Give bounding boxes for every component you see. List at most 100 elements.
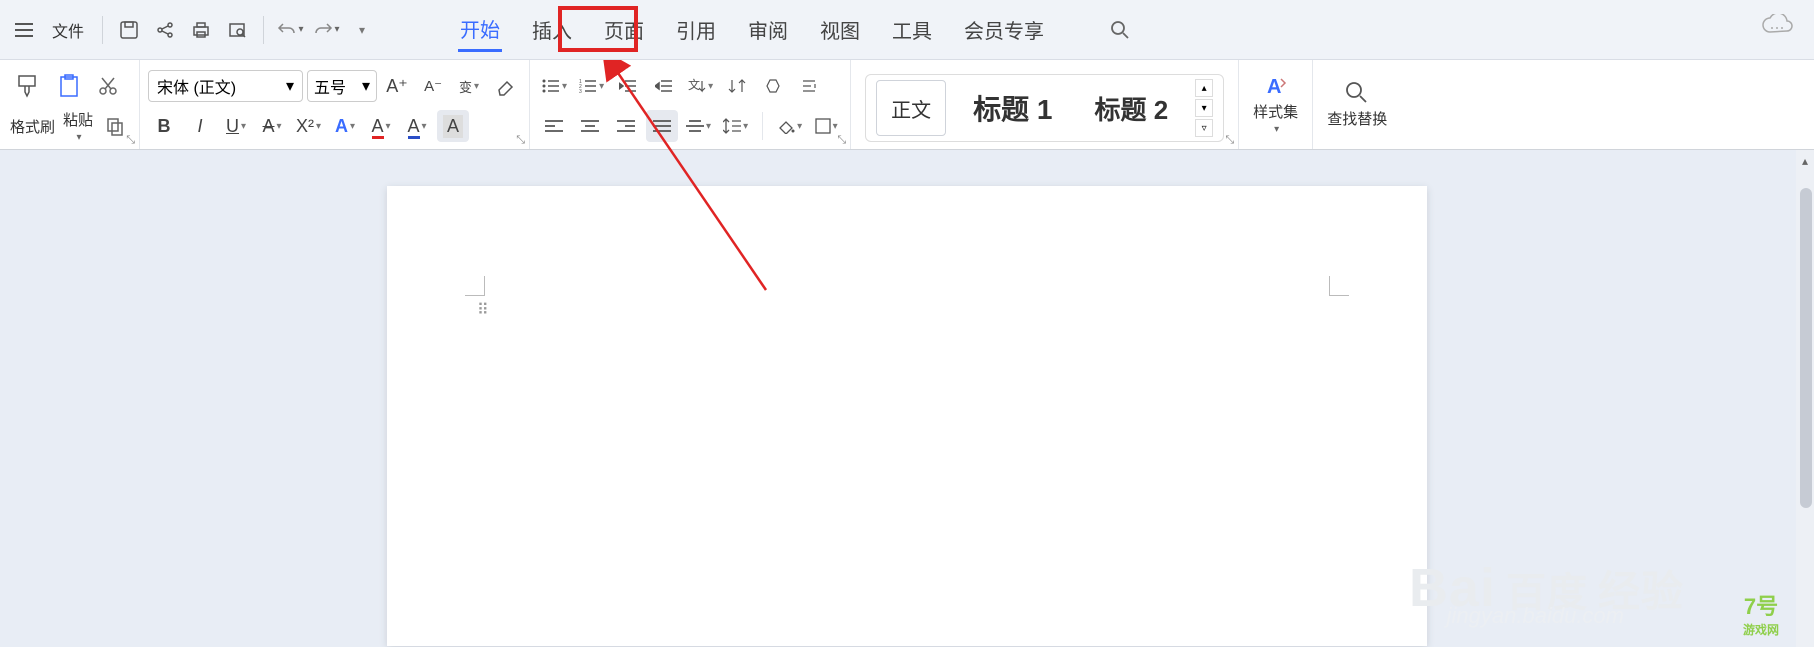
align-right-button[interactable] (610, 110, 642, 142)
drag-handle-icon[interactable]: ⠿ (477, 300, 489, 320)
cloud-icon[interactable] (1760, 14, 1796, 42)
italic-button[interactable]: I (184, 110, 216, 142)
gallery-down-icon[interactable]: ▾ (1195, 99, 1213, 117)
scroll-thumb[interactable] (1800, 188, 1812, 508)
scissors-icon (98, 76, 118, 96)
magnifier-icon (1344, 80, 1370, 106)
tab-vip[interactable]: 会员专享 (962, 9, 1046, 50)
gallery-more-icon[interactable]: ▿ (1195, 119, 1213, 137)
bullets-button[interactable]: ▾ (538, 70, 571, 102)
font-size-value: 五号 (314, 74, 346, 98)
format-painter-button[interactable] (8, 71, 46, 101)
print-preview-icon[interactable] (221, 14, 253, 46)
shrink-font-button[interactable]: A⁻ (417, 70, 449, 102)
quick-access: 文件 ▾ ▾ ▾ (8, 14, 378, 46)
eraser-icon (495, 76, 515, 96)
align-left-button[interactable] (538, 110, 570, 142)
page[interactable]: ⠿ (387, 186, 1427, 646)
align-left-icon (545, 119, 563, 133)
undo-icon[interactable]: ▾ (274, 14, 306, 46)
grow-font-button[interactable]: A⁺ (381, 70, 413, 102)
gallery-up-icon[interactable]: ▴ (1195, 79, 1213, 97)
svg-text:3: 3 (579, 89, 582, 93)
style-set-label: 样式集 (1253, 101, 1298, 122)
search-icon[interactable] (1104, 14, 1136, 46)
document-area: ⠿ (0, 150, 1814, 647)
distribute-icon (686, 119, 704, 133)
group-launcher-icon[interactable]: ⤡ (516, 134, 525, 147)
tab-tools[interactable]: 工具 (890, 9, 934, 50)
tab-view[interactable]: 视图 (818, 9, 862, 50)
show-marks-button[interactable] (757, 70, 789, 102)
tab-reference[interactable]: 引用 (674, 9, 718, 50)
strikethrough-button[interactable]: A▾ (256, 110, 288, 142)
align-right-icon (617, 119, 635, 133)
tab-review[interactable]: 审阅 (746, 9, 790, 50)
line-spacing-icon (723, 118, 741, 134)
char-shading-button[interactable]: A (437, 110, 469, 142)
chevron-down-icon: ▾ (362, 76, 370, 96)
clear-format-button[interactable] (489, 70, 521, 102)
vertical-scrollbar[interactable]: ▴ (1796, 150, 1814, 647)
clipboard-icon (56, 73, 82, 99)
tab-insert[interactable]: 插入 (530, 9, 574, 50)
font-name-value: 宋体 (正文) (157, 74, 236, 98)
bold-button[interactable]: B (148, 110, 180, 142)
svg-text:文: 文 (688, 77, 700, 92)
main-tabs: 开始 插入 页面 引用 审阅 视图 工具 会员专享 (458, 8, 1136, 52)
text-direction-button[interactable]: 文▾ (684, 70, 717, 102)
paragraph-marks-button[interactable] (793, 70, 825, 102)
share-icon[interactable] (149, 14, 181, 46)
underline-button[interactable]: U▾ (220, 110, 252, 142)
increase-indent-button[interactable] (648, 70, 680, 102)
align-center-icon (581, 119, 599, 133)
phonetic-guide-button[interactable]: 变▾ (453, 70, 485, 102)
redo-icon[interactable]: ▾ (310, 14, 342, 46)
sort-button[interactable] (721, 70, 753, 102)
tab-page[interactable]: 页面 (602, 9, 646, 50)
print-icon[interactable] (185, 14, 217, 46)
group-styleset: A 样式集▾ (1239, 60, 1313, 149)
number-list-icon: 123 (579, 79, 597, 93)
format-painter-label: 格式刷 (10, 116, 55, 137)
file-menu[interactable]: 文件 (44, 14, 92, 46)
group-launcher-icon[interactable]: ⤡ (1225, 134, 1234, 147)
group-launcher-icon[interactable]: ⤡ (837, 134, 846, 147)
text-effects-button[interactable]: A▾ (329, 110, 361, 142)
align-justify-icon (653, 119, 671, 133)
format-painter-icon (14, 73, 40, 99)
distribute-button[interactable]: ▾ (682, 110, 715, 142)
line-spacing-button[interactable]: ▾ (719, 110, 752, 142)
highlight-color-button[interactable]: A▾ (365, 110, 397, 142)
hamburger-icon[interactable] (8, 14, 40, 46)
divider (263, 16, 264, 44)
chevron-down-icon: ▾ (286, 76, 294, 96)
scroll-up-icon[interactable]: ▴ (1798, 154, 1812, 168)
chevron-down-icon: ▾ (335, 24, 340, 35)
numbering-button[interactable]: 123▾ (575, 70, 608, 102)
style-normal[interactable]: 正文 (876, 80, 946, 136)
font-size-select[interactable]: 五号 ▾ (307, 70, 377, 102)
superscript-button[interactable]: X²▾ (292, 110, 325, 142)
style-heading2[interactable]: 标题 2 (1079, 80, 1183, 136)
shading-button[interactable]: ▾ (773, 110, 806, 142)
cut-button[interactable] (92, 70, 124, 102)
font-color-button[interactable]: A▾ (401, 110, 433, 142)
paste-button[interactable] (50, 71, 88, 101)
align-justify-button[interactable] (646, 110, 678, 142)
find-replace-button[interactable]: 查找替换 (1321, 66, 1393, 142)
decrease-indent-button[interactable] (612, 70, 644, 102)
style-set-button[interactable]: A 样式集▾ (1247, 66, 1304, 142)
pilcrow-icon (765, 78, 781, 94)
style-gallery: 正文 标题 1 标题 2 ▴ ▾ ▿ (865, 74, 1224, 142)
style-heading1[interactable]: 标题 1 (958, 80, 1067, 136)
tab-home[interactable]: 开始 (458, 8, 502, 52)
more-quick-icon[interactable]: ▾ (346, 14, 378, 46)
group-launcher-icon[interactable]: ⤡ (126, 134, 135, 147)
divider (102, 16, 103, 44)
save-icon[interactable] (113, 14, 145, 46)
font-name-select[interactable]: 宋体 (正文) ▾ (148, 70, 303, 102)
find-replace-label: 查找替换 (1327, 108, 1387, 129)
gallery-nav: ▴ ▾ ▿ (1195, 79, 1213, 137)
align-center-button[interactable] (574, 110, 606, 142)
